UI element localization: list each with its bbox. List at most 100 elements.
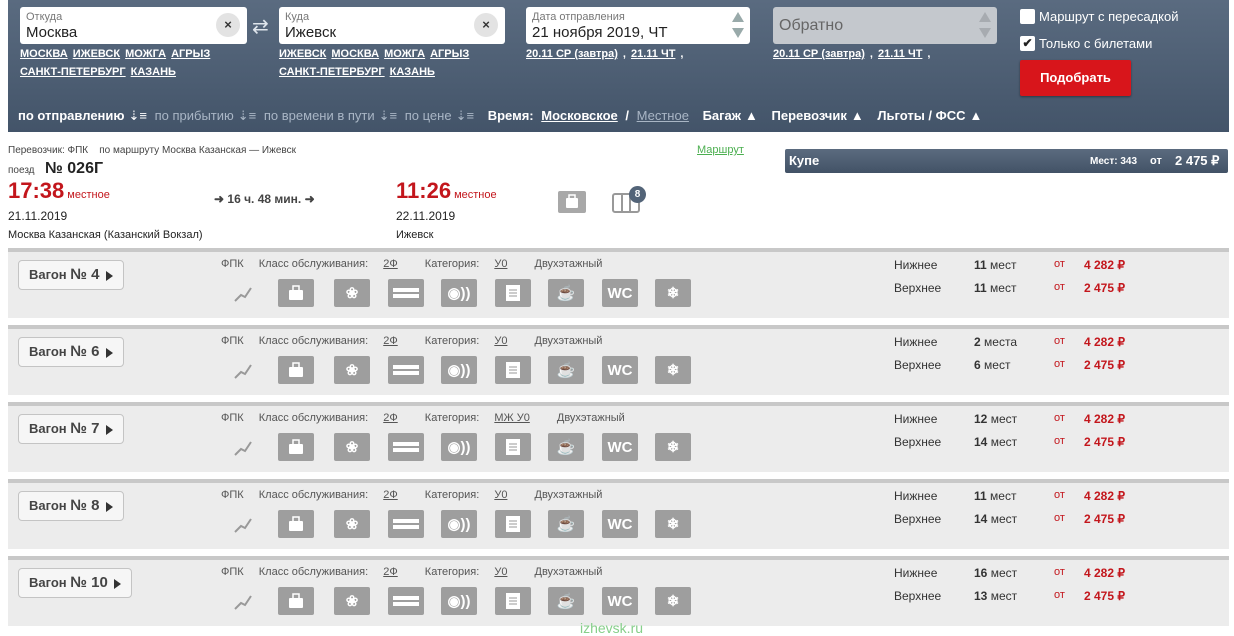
wagon-label: Вагон (29, 344, 67, 359)
quick-link[interactable]: ИЖЕВСК (279, 48, 326, 60)
quick-link[interactable]: АГРЫЗ (430, 48, 469, 60)
time-local[interactable]: Местное (637, 108, 689, 123)
quick-link[interactable]: АГРЫЗ (171, 48, 210, 60)
wagon-scheme-icon[interactable]: 8 (611, 186, 646, 216)
wagon-button[interactable]: Вагон № 7 (18, 414, 124, 444)
upper-label: Верхнее (894, 435, 942, 449)
upper-price[interactable]: 2 475 ₽ (1084, 281, 1125, 295)
pet-icon: ❀ (334, 433, 370, 461)
lower-price[interactable]: 4 282 ₽ (1084, 335, 1125, 349)
from-field[interactable]: Откуда Москва × (20, 7, 247, 44)
upper-count-line: 13 мест (974, 589, 1034, 603)
category-value[interactable]: У0 (494, 566, 507, 578)
route-link[interactable]: Маршрут (697, 144, 744, 156)
lower-price[interactable]: 4 282 ₽ (1084, 566, 1125, 580)
category-label: Категория: У0 (424, 489, 508, 501)
filter-carrier[interactable]: Перевозчик (772, 108, 847, 123)
tickets-checkbox[interactable]: ✔ Только с билетами (1020, 36, 1152, 51)
category-value[interactable]: У0 (494, 335, 507, 347)
category-value[interactable]: У0 (494, 489, 507, 501)
filter-benefits[interactable]: Льготы / ФСС (877, 108, 965, 123)
wagon-button[interactable]: Вагон № 4 (18, 260, 124, 290)
to-field[interactable]: Куда Ижевск × (279, 7, 505, 44)
quick-link[interactable]: МОЖГА (125, 48, 166, 60)
coupe-header[interactable]: Купе Мест: 343 от 2 475 ₽ (785, 149, 1228, 173)
lower-price[interactable]: 4 282 ₽ (1084, 412, 1125, 426)
upper-count: 13 (974, 589, 988, 603)
upper-price[interactable]: 2 475 ₽ (1084, 358, 1125, 372)
checkbox-icon[interactable] (1020, 9, 1035, 24)
quick-link[interactable]: МОЖГА (384, 48, 425, 60)
submit-button[interactable]: Подобрать (1020, 60, 1131, 96)
quick-link[interactable]: 21.11 ЧТ (631, 48, 675, 60)
class-value[interactable]: 2Ф (383, 412, 397, 424)
wagon-label: Вагон (29, 575, 67, 590)
lower-unit: мест (990, 489, 1017, 503)
food-icon: ☕ (548, 510, 584, 538)
filter-baggage[interactable]: Багаж (703, 108, 741, 123)
upper-places: Верхнее 14 мест от 2 475 ₽ (894, 512, 1224, 532)
quick-link[interactable]: КАЗАНЬ (390, 66, 435, 78)
quick-link[interactable]: 20.11 СР (завтра) (773, 48, 865, 60)
lower-count: 11 (974, 258, 987, 272)
return-input[interactable]: Обратно (779, 17, 843, 35)
sort-arrival[interactable]: по прибытию (155, 108, 234, 123)
class-value[interactable]: 2Ф (383, 489, 397, 501)
caret-up-icon: ▲ (745, 108, 758, 123)
upper-price[interactable]: 2 475 ₽ (1084, 435, 1125, 449)
quick-link[interactable]: 20.11 СР (завтра) (526, 48, 618, 60)
quick-link[interactable]: МОСКВА (331, 48, 379, 60)
category-value[interactable]: У0 (494, 258, 507, 270)
class-label: Класс обслуживания: 2Ф (258, 335, 398, 347)
tickets-label: Только с билетами (1039, 36, 1153, 51)
class-value[interactable]: 2Ф (383, 335, 397, 347)
pet-icon: ❀ (334, 279, 370, 307)
arr-time: 11:26 (396, 178, 452, 203)
carrier-text: Перевозчик: ФПК (8, 145, 89, 156)
class-label: Класс обслуживания: 2Ф (258, 566, 398, 578)
clear-icon[interactable]: × (474, 13, 498, 37)
snowflake-icon: ❄ (655, 587, 691, 615)
upper-count-line: 14 мест (974, 435, 1034, 449)
wagon-button[interactable]: Вагон № 6 (18, 337, 124, 367)
return-field[interactable]: Обратно (773, 7, 997, 44)
upper-unit: мест (990, 435, 1018, 449)
snowflake-icon: ❄ (655, 433, 691, 461)
wagon-row: Вагон № 7 ФПК Класс обслуживания: 2Ф Кат… (8, 402, 1229, 472)
class-value[interactable]: 2Ф (383, 258, 397, 270)
quick-link[interactable]: МОСКВА (20, 48, 68, 60)
transfer-checkbox[interactable]: Маршрут с пересадкой (1020, 9, 1179, 24)
wagon-button[interactable]: Вагон № 10 (18, 568, 132, 598)
quick-link[interactable]: КАЗАНЬ (131, 66, 176, 78)
quick-link[interactable]: 21.11 ЧТ (878, 48, 922, 60)
from-input[interactable]: Москва (26, 24, 77, 41)
lower-count: 11 (974, 489, 987, 503)
upper-places: Верхнее 14 мест от 2 475 ₽ (894, 435, 1224, 455)
category-value[interactable]: МЖ У0 (494, 412, 529, 424)
sort-price[interactable]: по цене (405, 108, 452, 123)
time-moscow[interactable]: Московское (541, 108, 618, 123)
upper-price[interactable]: 2 475 ₽ (1084, 512, 1125, 526)
class-value[interactable]: 2Ф (383, 566, 397, 578)
sort-departure[interactable]: по отправлению (18, 108, 125, 123)
wagon-button[interactable]: Вагон № 8 (18, 491, 124, 521)
upper-count-line: 11 мест (974, 281, 1034, 295)
clear-icon[interactable]: × (216, 13, 240, 37)
quick-link[interactable]: ИЖЕВСК (73, 48, 120, 60)
quick-link[interactable]: САНКТ-ПЕТЕРБУРГ (279, 66, 385, 78)
lower-price[interactable]: 4 282 ₽ (1084, 258, 1125, 272)
swap-icon[interactable]: ⇄ (252, 14, 269, 39)
date-input[interactable]: 21 ноября 2019, ЧТ (532, 24, 668, 41)
upper-count-line: 6 мест (974, 358, 1034, 372)
date-field[interactable]: Дата отправления 21 ноября 2019, ЧТ (526, 7, 750, 44)
return-spinner[interactable] (979, 12, 991, 40)
upper-label: Верхнее (894, 589, 942, 603)
lower-places: Нижнее 2 места от 4 282 ₽ (894, 335, 1224, 355)
to-input[interactable]: Ижевск (285, 24, 336, 41)
sort-duration[interactable]: по времени в пути (264, 108, 375, 123)
checkmark-icon[interactable]: ✔ (1020, 36, 1035, 51)
lower-price[interactable]: 4 282 ₽ (1084, 489, 1125, 503)
date-spinner[interactable] (732, 12, 744, 40)
upper-price[interactable]: 2 475 ₽ (1084, 589, 1125, 603)
quick-link[interactable]: САНКТ-ПЕТЕРБУРГ (20, 66, 126, 78)
